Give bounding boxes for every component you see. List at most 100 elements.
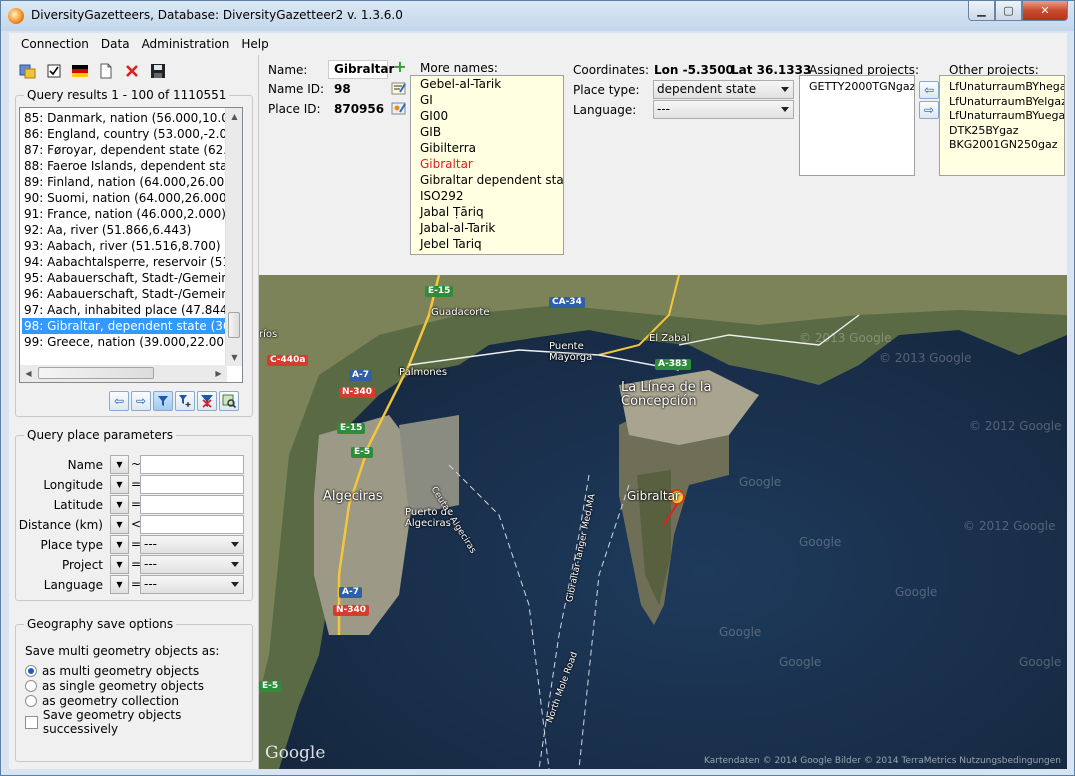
name-field[interactable]: Gibraltar xyxy=(328,60,394,79)
list-item[interactable]: 86: England, country (53.000,-2.000) xyxy=(22,126,227,142)
edit-name-icon[interactable] xyxy=(391,80,407,96)
list-item[interactable]: 95: Aabauerschaft, Stadt-/Gemeindete xyxy=(22,270,227,286)
list-item[interactable]: LfUnaturraumBYhegaz xyxy=(949,80,1064,95)
save-successively-row[interactable]: Save geometry objects successively xyxy=(25,708,258,736)
list-item[interactable]: 91: France, nation (46.000,2.000) xyxy=(22,206,227,222)
assigned-projects-list[interactable]: GETTY2000TGNgaz xyxy=(799,75,915,176)
list-item[interactable]: GI00 xyxy=(411,108,563,124)
filter-clear-icon[interactable] xyxy=(197,391,217,411)
list-item[interactable]: Jabal-al-Tarik xyxy=(411,220,563,236)
list-item[interactable]: DTK25BYgaz xyxy=(949,124,1064,139)
geo-save-option[interactable]: as single geometry objects xyxy=(25,678,204,694)
operator-dropdown-icon[interactable]: ▼ xyxy=(110,535,129,554)
scroll-down-icon[interactable]: ▼ xyxy=(226,349,242,366)
map-view[interactable]: Guadacorte Puente Mayorga El Zabal Palmo… xyxy=(259,275,1067,769)
list-item[interactable]: Gebel-al-Tarik xyxy=(411,76,563,92)
param-input[interactable] xyxy=(140,475,244,494)
list-item[interactable]: LfUnaturraumBYuegaz xyxy=(949,109,1064,124)
language-select[interactable]: --- xyxy=(653,100,794,119)
menu-connection[interactable]: Connection xyxy=(21,37,89,51)
list-item[interactable]: GIB xyxy=(411,124,563,140)
new-document-icon[interactable] xyxy=(95,61,117,81)
add-project-arrow-icon[interactable]: ⇨ xyxy=(919,101,939,119)
list-item[interactable]: 97: Aach, inhabited place (47.844,8.85 xyxy=(22,302,227,318)
scroll-left-icon[interactable]: ◀ xyxy=(20,365,37,382)
list-item[interactable]: 90: Suomi, nation (64.000,26.000) xyxy=(22,190,227,206)
operator-dropdown-icon[interactable]: ▼ xyxy=(110,555,129,574)
list-item[interactable]: Gibraltar dependent state xyxy=(411,172,563,188)
operator-dropdown-icon[interactable]: ▼ xyxy=(110,475,129,494)
param-input[interactable] xyxy=(140,455,244,474)
list-item[interactable]: 94: Aabachtalsperre, reservoir (51.493, xyxy=(22,254,227,270)
previous-arrow-icon[interactable]: ⇦ xyxy=(109,391,129,411)
query-results-list[interactable]: 85: Danmark, nation (56.000,10.000) 86: E… xyxy=(19,107,243,383)
place-type-select[interactable]: dependent state xyxy=(653,80,794,99)
map-attribution[interactable]: Kartendaten © 2014 Google Bilder © 2014 … xyxy=(704,756,1061,766)
list-item[interactable]: 99: Greece, nation (39.000,22.000) xyxy=(22,334,227,350)
minimize-icon[interactable]: ▁ xyxy=(968,1,995,21)
radio-button[interactable] xyxy=(25,665,37,677)
menu-data[interactable]: Data xyxy=(101,37,130,51)
filter-icon[interactable] xyxy=(153,391,173,411)
operator-dropdown-icon[interactable]: ▼ xyxy=(110,575,129,594)
scroll-thumb[interactable] xyxy=(228,312,240,338)
close-icon[interactable]: ✕ xyxy=(1022,1,1068,21)
filter-add-icon[interactable] xyxy=(175,391,195,411)
geo-save-option[interactable]: as geometry collection xyxy=(25,693,179,709)
results-hscrollbar[interactable]: ◀ ▶ xyxy=(20,365,227,382)
param-input[interactable] xyxy=(140,515,244,534)
results-vscrollbar[interactable]: ▲ ▼ xyxy=(225,108,242,366)
list-item[interactable]: GETTY2000TGNgaz xyxy=(809,80,914,95)
geo-save-option[interactable]: as multi geometry objects xyxy=(25,663,199,679)
list-item[interactable]: 87: Føroyar, dependent state (62.000,- xyxy=(22,142,227,158)
param-select[interactable]: --- xyxy=(140,575,244,594)
radio-button[interactable] xyxy=(25,695,37,707)
list-item[interactable]: 85: Danmark, nation (56.000,10.000) xyxy=(22,110,227,126)
other-projects-list[interactable]: LfUnaturraumBYhegaz LfUnaturraumBYelgaz Lf… xyxy=(939,75,1065,176)
list-item[interactable]: GI xyxy=(411,92,563,108)
param-select[interactable]: --- xyxy=(140,555,244,574)
radio-button[interactable] xyxy=(25,680,37,692)
list-item[interactable]: 98: Gibraltar, dependent state (36.133 xyxy=(22,318,227,334)
list-item[interactable]: ISO292 xyxy=(411,188,563,204)
list-item[interactable]: 88: Faeroe Islands, dependent state (6 xyxy=(22,158,227,174)
param-input[interactable] xyxy=(140,495,244,514)
list-item[interactable]: Jabal Ṭāriq xyxy=(411,204,563,220)
scroll-right-icon[interactable]: ▶ xyxy=(210,365,227,382)
save-icon[interactable] xyxy=(147,61,169,81)
list-item[interactable]: LfUnaturraumBYelgaz xyxy=(949,95,1064,110)
menu-help[interactable]: Help xyxy=(241,37,268,51)
more-names-list[interactable]: Gebel-al-Tarik GI GI00 GIB Gibilterra Gibralt… xyxy=(410,75,564,255)
operator-dropdown-icon[interactable]: ▼ xyxy=(110,495,129,514)
add-name-icon[interactable]: + xyxy=(392,57,408,76)
query-results-label: Query results 1 - 100 of 1110551 xyxy=(24,88,230,102)
edit-place-icon[interactable] xyxy=(391,100,407,116)
operator-dropdown-icon[interactable]: ▼ xyxy=(110,455,129,474)
list-item[interactable]: 96: Aabauerschaft, Stadt-/Gemeindete xyxy=(22,286,227,302)
param-select[interactable]: --- xyxy=(140,535,244,554)
save-successively-checkbox[interactable] xyxy=(25,715,38,729)
list-item[interactable]: Gibilterra xyxy=(411,140,563,156)
list-item[interactable]: Jebel Tariq xyxy=(411,236,563,252)
window-title: DiversityGazetteers, Database: Diversity… xyxy=(31,8,403,22)
next-arrow-icon[interactable]: ⇨ xyxy=(131,391,151,411)
german-flag-icon[interactable] xyxy=(69,61,91,81)
list-item[interactable]: BKG2001GN250gaz xyxy=(949,138,1064,153)
delete-icon[interactable] xyxy=(121,61,143,81)
list-item[interactable]: 93: Aabach, river (51.516,8.700) xyxy=(22,238,227,254)
hscroll-thumb[interactable] xyxy=(38,367,154,379)
scroll-up-icon[interactable]: ▲ xyxy=(226,108,242,125)
map-search-icon[interactable] xyxy=(219,391,239,411)
remove-project-arrow-icon[interactable]: ⇦ xyxy=(919,81,939,99)
list-item[interactable]: 92: Aa, river (51.866,6.443) xyxy=(22,222,227,238)
map-watermark: Google xyxy=(799,535,842,549)
map-watermark: Google xyxy=(895,585,938,599)
operator-dropdown-icon[interactable]: ▼ xyxy=(110,515,129,534)
maximize-icon[interactable]: ▢ xyxy=(995,1,1022,21)
list-item[interactable]: 89: Finland, nation (64.000,26.000) xyxy=(22,174,227,190)
checkbox-icon[interactable] xyxy=(43,61,65,81)
place-detail-panel: Name: Gibraltar + Name ID: 98 Place ID: … xyxy=(260,55,1067,273)
menu-administration[interactable]: Administration xyxy=(142,37,230,51)
list-item[interactable]: Gibraltar xyxy=(411,156,563,172)
database-icon[interactable] xyxy=(17,61,39,81)
